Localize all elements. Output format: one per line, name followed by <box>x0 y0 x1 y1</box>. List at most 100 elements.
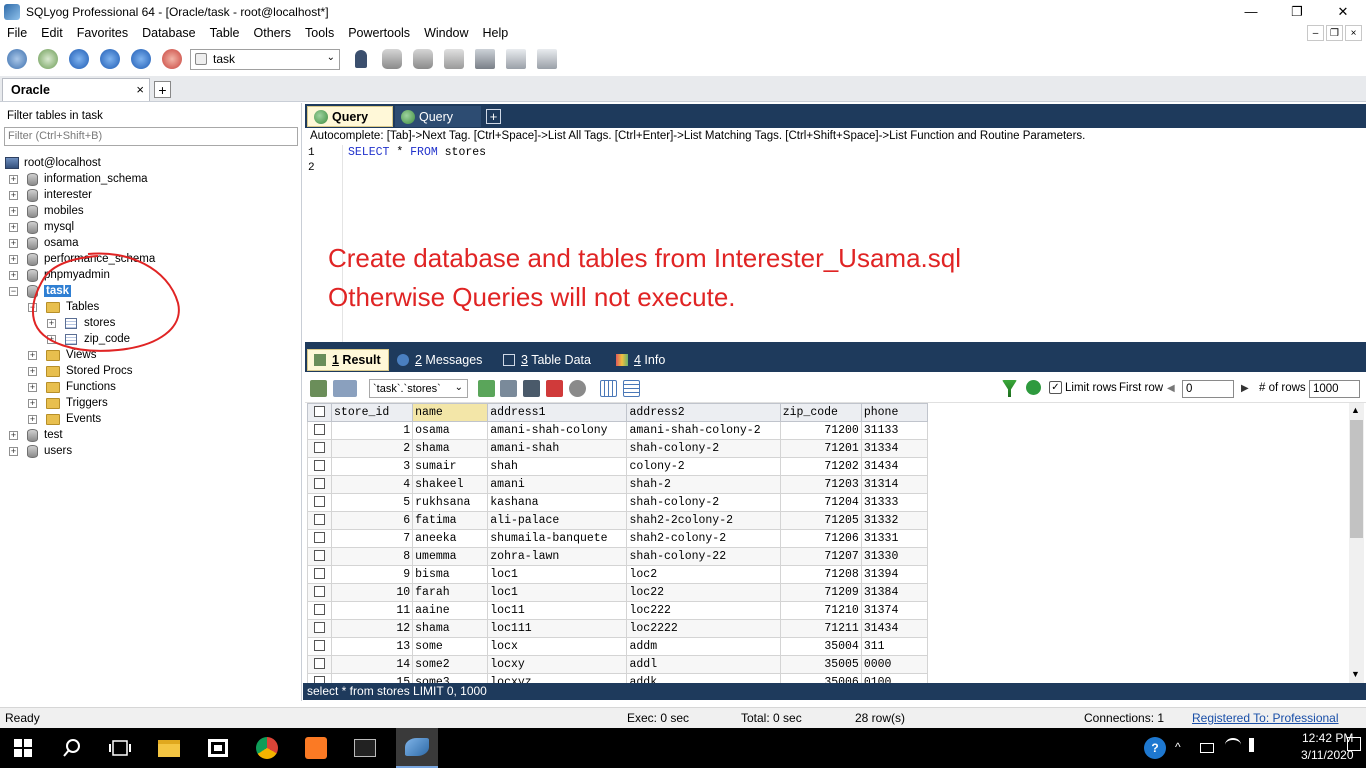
table-cell-store-id[interactable]: 13 <box>331 637 414 656</box>
table-cell-zip-code[interactable]: 71210 <box>779 601 862 620</box>
database-select[interactable]: task ⌄ <box>190 48 340 70</box>
num-rows-input[interactable]: 1000 <box>1309 380 1360 398</box>
expand-icon[interactable]: + <box>28 398 37 408</box>
tab-table-data[interactable]: 3 Table Data <box>497 349 602 371</box>
table-row[interactable]: 3 sumair shah colony-2 71202 31434 <box>307 457 929 476</box>
grid-mode-icon[interactable] <box>600 380 617 397</box>
sync-icon[interactable] <box>159 46 185 72</box>
table-cell-address2[interactable]: addl <box>626 655 781 674</box>
table-cell-phone[interactable]: 31394 <box>860 565 929 584</box>
tab-messages[interactable]: 2 Messages <box>391 349 491 371</box>
table-row[interactable]: 1 osama amani-shah-colony amani-shah-colony… <box>307 421 929 440</box>
menu-favorites[interactable]: Favorites <box>70 23 135 44</box>
search-icon[interactable] <box>57 733 87 763</box>
task-view-icon[interactable] <box>105 733 135 763</box>
table-cell-address1[interactable]: loc111 <box>487 619 628 638</box>
help-tray-icon[interactable]: ? <box>1144 737 1166 759</box>
expand-icon[interactable]: + <box>9 254 18 264</box>
menu-edit[interactable]: Edit <box>34 23 70 44</box>
table-cell-name[interactable]: shama <box>412 619 489 638</box>
table-cell-name[interactable]: shama <box>412 439 489 458</box>
table-cell-phone[interactable]: 31334 <box>860 439 929 458</box>
tree-folder-stored-procs[interactable]: + Stored Procs <box>28 363 132 379</box>
tree-folder-functions[interactable]: + Functions <box>28 379 116 395</box>
prev-page-button[interactable]: ◀ <box>1167 383 1175 394</box>
table-cell-phone[interactable]: 311 <box>860 637 929 656</box>
table-cell-store-id[interactable]: 15 <box>331 673 414 683</box>
wifi-icon[interactable] <box>1225 738 1241 752</box>
mdi-close-button[interactable]: × <box>1345 25 1362 41</box>
table-cell-address1[interactable]: ali-palace <box>487 511 628 530</box>
table-cell-address2[interactable]: shah2-colony-2 <box>626 529 781 548</box>
table-cell-address2[interactable]: loc22 <box>626 583 781 602</box>
column-header-address2[interactable]: address2 <box>626 403 781 422</box>
new-connection-icon[interactable] <box>4 46 30 72</box>
table-cell-phone[interactable]: 31434 <box>860 457 929 476</box>
query-builder-icon[interactable] <box>503 46 529 72</box>
expand-icon[interactable]: + <box>9 190 18 200</box>
tree-db-users[interactable]: + users <box>9 443 72 459</box>
table-cell-address2[interactable]: colony-2 <box>626 457 781 476</box>
duplicate-row-icon[interactable] <box>500 380 517 397</box>
table-cell-zip-code[interactable]: 71205 <box>779 511 862 530</box>
table-cell-zip-code[interactable]: 71201 <box>779 439 862 458</box>
menu-table[interactable]: Table <box>203 23 247 44</box>
table-cell-address1[interactable]: kashana <box>487 493 628 512</box>
table-cell-store-id[interactable]: 2 <box>331 439 414 458</box>
cancel-icon[interactable] <box>569 380 586 397</box>
table-cell-zip-code[interactable]: 35006 <box>779 673 862 683</box>
notification-icon[interactable] <box>1347 737 1361 751</box>
battery-icon[interactable] <box>1200 743 1214 753</box>
table-cell-zip-code[interactable]: 71200 <box>779 421 862 440</box>
form-mode-icon[interactable] <box>623 380 640 397</box>
save-icon[interactable] <box>523 380 540 397</box>
expand-icon[interactable]: + <box>9 206 18 216</box>
expand-icon[interactable]: + <box>9 222 18 232</box>
restore-icon[interactable] <box>410 46 436 72</box>
refresh-icon[interactable] <box>1026 380 1041 395</box>
export-icon[interactable] <box>333 380 357 397</box>
close-button[interactable]: ✕ <box>1320 0 1366 23</box>
table-cell-name[interactable]: some2 <box>412 655 489 674</box>
scroll-down-icon[interactable]: ▼ <box>1351 669 1360 679</box>
row-checkbox[interactable] <box>307 421 333 440</box>
table-cell-address1[interactable]: loc1 <box>487 583 628 602</box>
table-row[interactable]: 10 farah loc1 loc22 71209 31384 <box>307 583 929 602</box>
table-row[interactable]: 2 shama amani-shah shah-colony-2 71201 31334 <box>307 439 929 458</box>
table-cell-name[interactable]: sumair <box>412 457 489 476</box>
table-row[interactable]: 7 aneeka shumaila-banquete shah2-colony-2 71… <box>307 529 929 548</box>
table-cell-phone[interactable]: 31374 <box>860 601 929 620</box>
expand-icon[interactable]: + <box>28 366 37 376</box>
table-cell-store-id[interactable]: 6 <box>331 511 414 530</box>
table-cell-address2[interactable]: loc2 <box>626 565 781 584</box>
select-all-checkbox[interactable] <box>307 403 333 422</box>
table-cell-phone[interactable]: 31434 <box>860 619 929 638</box>
menu-help[interactable]: Help <box>476 23 516 44</box>
registered-link[interactable]: Registered To: Professional <box>1192 711 1339 725</box>
tray-chevron-icon[interactable]: ^ <box>1175 740 1181 754</box>
table-cell-name[interactable]: bisma <box>412 565 489 584</box>
execute-query-icon[interactable] <box>66 46 92 72</box>
scroll-up-icon[interactable]: ▲ <box>1351 405 1360 415</box>
row-checkbox[interactable] <box>307 565 333 584</box>
table-cell-address2[interactable]: addm <box>626 637 781 656</box>
chrome-icon[interactable] <box>252 733 282 763</box>
data-sync-icon[interactable] <box>534 46 560 72</box>
table-cell-name[interactable]: osama <box>412 421 489 440</box>
mdi-restore-button[interactable]: ❐ <box>1326 25 1343 41</box>
table-cell-name[interactable]: farah <box>412 583 489 602</box>
table-cell-zip-code[interactable]: 71204 <box>779 493 862 512</box>
column-header-name[interactable]: name <box>412 403 489 422</box>
table-cell-zip-code[interactable]: 71209 <box>779 583 862 602</box>
terminal-icon[interactable] <box>350 733 380 763</box>
table-cell-address2[interactable]: shah-colony-22 <box>626 547 781 566</box>
menu-window[interactable]: Window <box>417 23 475 44</box>
table-select[interactable]: `task`.`stores` ⌄ <box>369 379 468 398</box>
query-tab-1[interactable]: Query <box>307 106 393 127</box>
collapse-icon[interactable]: − <box>9 286 18 296</box>
table-row[interactable]: 15 some3 locxyz addk 35006 0100 <box>307 673 929 683</box>
tab-info[interactable]: 4 Info <box>610 349 680 371</box>
table-cell-store-id[interactable]: 1 <box>331 421 414 440</box>
table-cell-zip-code[interactable]: 71206 <box>779 529 862 548</box>
column-header-store-id[interactable]: store_id <box>331 403 414 422</box>
